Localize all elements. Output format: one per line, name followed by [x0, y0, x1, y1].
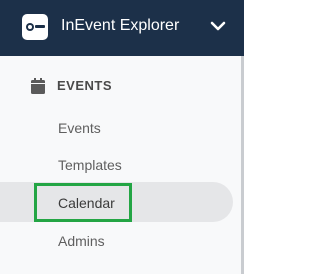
sidebar-item-admins[interactable]: Admins [58, 232, 105, 250]
app-title[interactable]: InEvent Explorer [61, 16, 179, 36]
sidebar-scrollbar[interactable] [241, 56, 244, 274]
sidebar-item-events[interactable]: Events [58, 119, 101, 137]
chevron-down-icon[interactable] [209, 17, 227, 35]
sidebar-item-templates[interactable]: Templates [58, 156, 122, 174]
section-label: EVENTS [57, 78, 113, 93]
inevent-logo-icon[interactable] [22, 14, 48, 40]
calendar-highlight-box [34, 183, 132, 222]
app-header: InEvent Explorer [0, 0, 244, 56]
calendar-icon [31, 78, 45, 94]
